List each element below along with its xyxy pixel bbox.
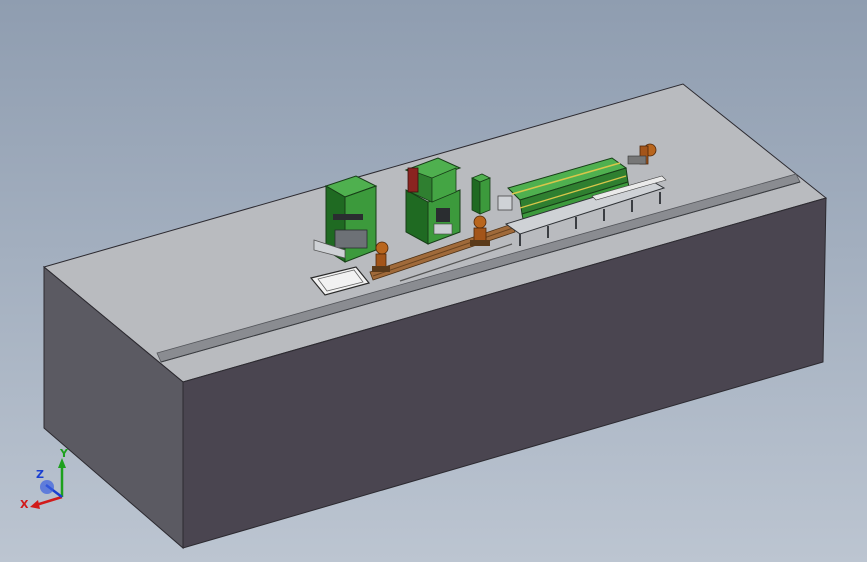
3d-viewport[interactable]: Y X Z bbox=[0, 0, 867, 562]
green-column-unit[interactable] bbox=[471, 173, 491, 215]
triad-y-label: Y bbox=[59, 447, 69, 460]
triad-x-label: X bbox=[20, 498, 29, 511]
platform-block[interactable] bbox=[42, 83, 828, 550]
press-machine-2[interactable] bbox=[404, 157, 462, 245]
axis-triad-icon: Y X Z bbox=[20, 447, 69, 511]
cad-scene[interactable]: Y X Z bbox=[0, 0, 867, 562]
triad-z-label: Z bbox=[36, 468, 44, 481]
